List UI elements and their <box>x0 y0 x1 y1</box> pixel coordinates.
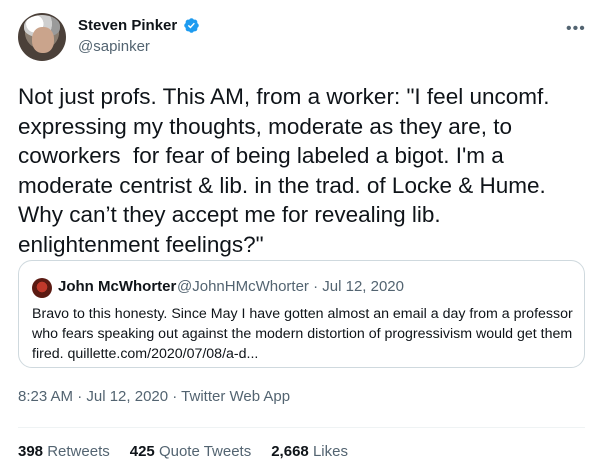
quote-author-avatar <box>32 278 52 298</box>
verified-badge-icon <box>184 18 199 33</box>
tweet-text: Not just profs. This AM, from a worker: … <box>18 84 556 257</box>
more-horizontal-icon[interactable]: ••• <box>566 20 586 38</box>
retweets-stat[interactable]: 398 Retweets <box>18 443 110 460</box>
author-name[interactable]: Steven Pinker <box>78 17 177 34</box>
author-avatar[interactable] <box>18 13 66 61</box>
divider <box>18 427 585 428</box>
likes-stat[interactable]: 2,668 Likes <box>271 443 348 460</box>
quote-text: Bravo to this honesty. Since May I have … <box>32 306 573 362</box>
avatar-face <box>32 27 54 53</box>
quote-handle-date: @JohnHMcWhorter · Jul 12, 2020 <box>177 278 404 295</box>
tweet-timestamp[interactable]: 8:23 AM · Jul 12, 2020 · Twitter Web App <box>18 388 290 405</box>
author-handle[interactable]: @sapinker <box>78 38 150 55</box>
quote-tweets-stat[interactable]: 425 Quote Tweets <box>130 443 251 460</box>
quote-author-name: John McWhorter <box>58 278 177 295</box>
quoted-tweet[interactable]: John McWhorter @JohnHMcWhorter · Jul 12,… <box>18 260 585 368</box>
engagement-stats: 398 Retweets 425 Quote Tweets 2,668 Like… <box>18 443 348 460</box>
